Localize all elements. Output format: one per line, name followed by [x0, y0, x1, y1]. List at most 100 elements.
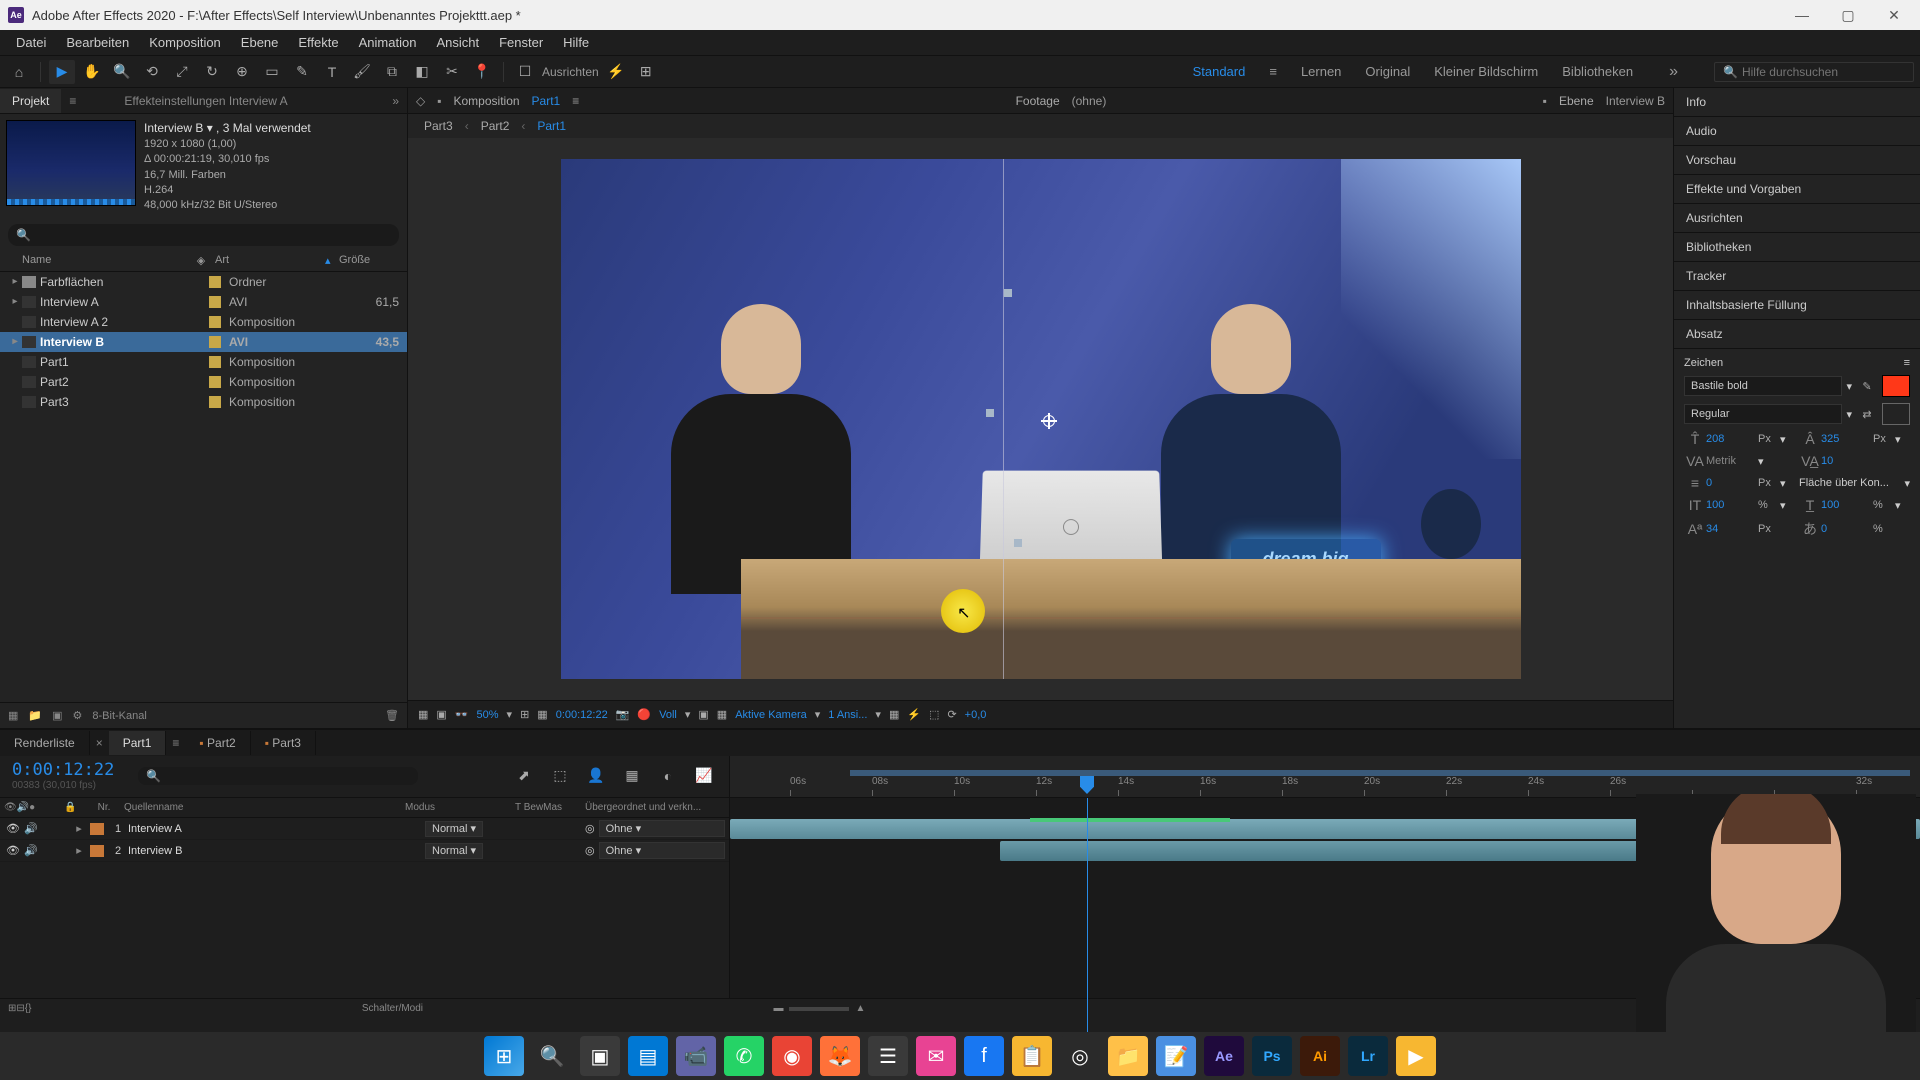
zoom-in-icon[interactable]: ▲: [855, 1003, 865, 1014]
toggle-switches-icon[interactable]: ⊞: [8, 1003, 16, 1014]
motion-blur-icon[interactable]: ◐: [655, 764, 681, 788]
twirl-icon[interactable]: ▸: [72, 844, 86, 857]
baseline-value[interactable]: 34: [1706, 523, 1758, 535]
panel-align[interactable]: Ausrichten: [1674, 204, 1920, 233]
project-tab[interactable]: Projekt: [0, 89, 61, 113]
views-dropdown[interactable]: 1 Ansi...: [828, 709, 867, 721]
menu-composition[interactable]: Komposition: [139, 31, 231, 54]
breadcrumb-part1[interactable]: Part1: [537, 119, 566, 133]
tsume-value[interactable]: 0: [1821, 523, 1873, 535]
fill-color-swatch[interactable]: [1882, 375, 1910, 397]
mode-column-header[interactable]: Modus: [405, 802, 515, 813]
viewer-tab-footage[interactable]: (ohne): [1072, 94, 1107, 108]
swap-colors-icon[interactable]: ⇄: [1856, 403, 1878, 425]
zoom-tool-icon[interactable]: 🔍: [109, 60, 135, 84]
name-column-header[interactable]: Quellenname: [124, 802, 405, 813]
project-header-type[interactable]: Art: [215, 254, 325, 266]
rotate-tool-icon[interactable]: ↻: [199, 60, 225, 84]
help-search[interactable]: 🔍: [1714, 62, 1914, 82]
grid-icon[interactable]: ⊞: [520, 708, 529, 721]
draft3d-icon[interactable]: ⬚: [547, 764, 573, 788]
effect-controls-tab[interactable]: Effekteinstellungen Interview A: [104, 94, 384, 108]
timeline-search-input[interactable]: 🔍: [138, 767, 418, 785]
eyedropper-icon[interactable]: ✎: [1856, 375, 1878, 397]
playhead-line[interactable]: [1087, 798, 1088, 1058]
orbit-tool-icon[interactable]: ⟲: [139, 60, 165, 84]
timeline-tab-part3[interactable]: ▪ Part3: [251, 731, 316, 755]
alpha-toggle-icon[interactable]: ▦: [418, 708, 428, 721]
character-panel-title[interactable]: Zeichen: [1684, 357, 1723, 369]
brush-tool-icon[interactable]: 🖌: [349, 60, 375, 84]
font-family-dropdown[interactable]: Bastile bold: [1684, 376, 1842, 396]
font-style-dropdown[interactable]: Regular: [1684, 404, 1842, 424]
project-item[interactable]: ▸Interview BAVI43,5: [0, 332, 407, 352]
anchor-tool-icon[interactable]: ⊕: [229, 60, 255, 84]
viewer-tab-layer[interactable]: Interview B: [1606, 94, 1665, 108]
frame-blend-icon[interactable]: ▦: [619, 764, 645, 788]
taskbar-app-icon[interactable]: ◉: [772, 1036, 812, 1076]
timeline-tab-renderqueue[interactable]: Renderliste: [0, 731, 90, 755]
workspace-learn[interactable]: Lernen: [1301, 64, 1341, 79]
visibility-toggle[interactable]: 👁: [4, 822, 22, 835]
camera-dropdown[interactable]: Aktive Kamera: [735, 709, 807, 721]
views-dropdown-icon[interactable]: ▾: [875, 708, 881, 721]
roto-tool-icon[interactable]: ✂: [439, 60, 465, 84]
panel-audio[interactable]: Audio: [1674, 117, 1920, 146]
type-tool-icon[interactable]: T: [319, 60, 345, 84]
zoom-out-icon[interactable]: ▬: [773, 1003, 783, 1014]
parent-dropdown[interactable]: Ohne ▾: [599, 842, 725, 859]
lightroom-icon[interactable]: Lr: [1348, 1036, 1388, 1076]
comp-flowchart-icon[interactable]: ⬈: [511, 764, 537, 788]
stroke-width-value[interactable]: 0: [1706, 477, 1758, 489]
shy-icon[interactable]: 👤: [583, 764, 609, 788]
project-preview-thumbnail[interactable]: [6, 120, 136, 206]
start-button[interactable]: ⊞: [484, 1036, 524, 1076]
project-header-name[interactable]: Name: [8, 254, 187, 266]
firefox-icon[interactable]: 🦊: [820, 1036, 860, 1076]
workspace-libraries[interactable]: Bibliotheken: [1562, 64, 1633, 79]
panel-libraries[interactable]: Bibliotheken: [1674, 233, 1920, 262]
channel-icon[interactable]: 🔴: [637, 708, 651, 721]
project-item[interactable]: ▸Interview AAVI61,5: [0, 292, 407, 312]
graph-editor-icon[interactable]: 📈: [691, 764, 717, 788]
menu-layer[interactable]: Ebene: [231, 31, 289, 54]
taskbar-app-icon[interactable]: 📋: [1012, 1036, 1052, 1076]
hscale-value[interactable]: 100: [1821, 499, 1873, 511]
transform-handle[interactable]: [1004, 289, 1012, 297]
project-header-label-icon[interactable]: ◈: [187, 254, 215, 267]
help-search-input[interactable]: [1742, 65, 1905, 79]
timeline-tab-part2[interactable]: ▪ Part2: [185, 731, 250, 755]
workspace-more-icon[interactable]: »: [1657, 63, 1690, 81]
visibility-toggle[interactable]: 👁: [4, 844, 22, 857]
workspace-small[interactable]: Kleiner Bildschirm: [1434, 64, 1538, 79]
anchor-point-icon[interactable]: [1041, 413, 1057, 429]
panel-content-aware[interactable]: Inhaltsbasierte Füllung: [1674, 291, 1920, 320]
maximize-button[interactable]: ▢: [1834, 5, 1862, 25]
bit-depth-button[interactable]: 8-Bit-Kanal: [92, 710, 146, 722]
snapshot-icon[interactable]: 📷: [616, 708, 630, 721]
taskbar-app-icon[interactable]: 📹: [676, 1036, 716, 1076]
resolution-dropdown[interactable]: Voll: [659, 709, 677, 721]
pickwhip-icon[interactable]: ◎: [585, 822, 595, 835]
trkmat-column-header[interactable]: T BewMas: [515, 802, 585, 813]
breadcrumb-part2[interactable]: Part2: [481, 119, 510, 133]
blend-mode-dropdown[interactable]: Normal ▾: [425, 843, 483, 859]
current-time[interactable]: 0:00:12:22: [556, 709, 608, 721]
taskbar-app-icon[interactable]: ▤: [628, 1036, 668, 1076]
toggle-brackets-icon[interactable]: {}: [25, 1003, 32, 1014]
timeline-layer-row[interactable]: 👁🔊▸2Interview BNormal ▾◎Ohne ▾: [0, 840, 729, 862]
obs-icon[interactable]: ◎: [1060, 1036, 1100, 1076]
panel-effects-presets[interactable]: Effekte und Vorgaben: [1674, 175, 1920, 204]
menu-animation[interactable]: Animation: [349, 31, 427, 54]
hand-tool-icon[interactable]: ✋: [79, 60, 105, 84]
stroke-color-swatch[interactable]: [1882, 403, 1910, 425]
explorer-icon[interactable]: 📁: [1108, 1036, 1148, 1076]
whatsapp-icon[interactable]: ✆: [724, 1036, 764, 1076]
trash-icon[interactable]: 🗑: [385, 709, 399, 722]
zoom-slider[interactable]: [789, 1007, 849, 1011]
puppet-tool-icon[interactable]: 📍: [469, 60, 495, 84]
camera-dropdown-icon[interactable]: ▾: [815, 708, 821, 721]
pen-tool-icon[interactable]: ✎: [289, 60, 315, 84]
panel-preview[interactable]: Vorschau: [1674, 146, 1920, 175]
taskbar-app-icon[interactable]: ▶: [1396, 1036, 1436, 1076]
